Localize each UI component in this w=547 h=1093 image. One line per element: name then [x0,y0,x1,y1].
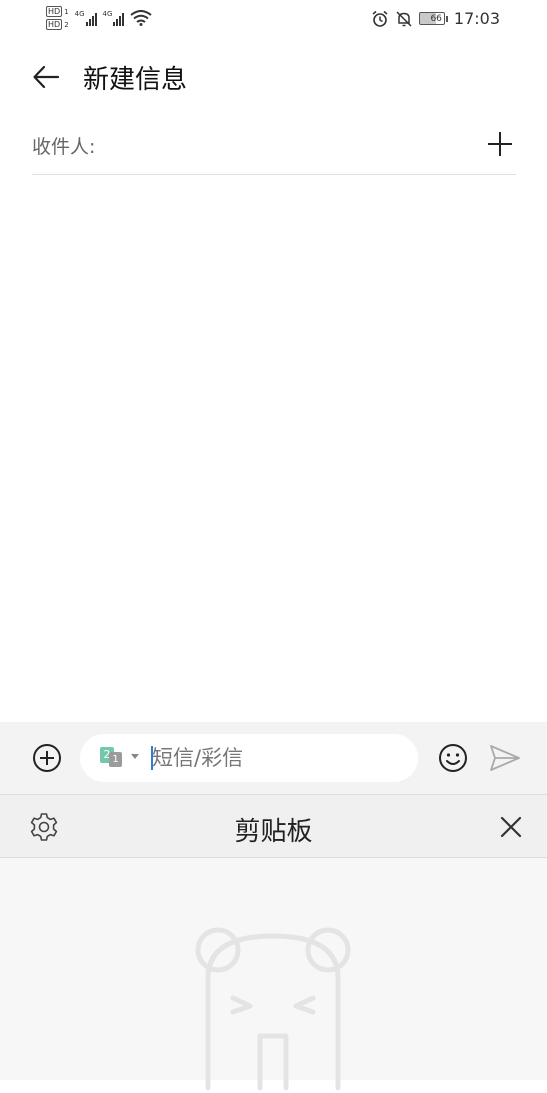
battery-level: 66 [418,12,445,25]
alarm-icon [372,10,388,27]
send-icon[interactable] [488,742,522,774]
signal-icon: 4G [103,10,125,26]
app-header: 新建信息 [0,54,547,102]
hd-label: HD [46,6,63,17]
recipient-label: 收件人: [32,136,96,158]
network-type: 4G [74,10,85,18]
hd-indicator-2: HD 2 [46,19,69,30]
status-right-indicators: 66 17:03 [371,9,500,28]
status-time: 17:03 [453,9,500,28]
status-left-indicators: HD 1 HD 2 4G 4G [46,6,153,30]
clipboard-panel [0,858,547,1091]
message-input-container[interactable]: 2 1 [80,734,418,782]
close-icon[interactable] [497,813,525,841]
mute-bell-icon [396,10,412,27]
signal-icon: 4G [75,10,97,26]
emoji-icon[interactable] [437,742,469,774]
add-attachment-icon[interactable] [31,742,63,774]
sim-secondary: 1 [109,752,122,767]
clipboard-toolbar: 剪贴板 [0,794,547,858]
recipient-field[interactable]: 收件人: [32,120,516,175]
bear-placeholder-icon [195,927,351,1091]
network-type: 4G [102,10,113,18]
sim-dropdown-icon[interactable] [131,754,139,759]
page-title: 新建信息 [83,65,188,95]
sim-card-icon[interactable]: 2 1 [100,747,126,769]
back-arrow-icon[interactable] [31,62,61,92]
compose-bar: 2 1 [0,722,547,794]
status-bar: HD 1 HD 2 4G 4G 66 17:03 [0,0,547,40]
hd-indicator-1: HD 1 [46,6,69,17]
battery-icon: 66 [418,12,448,25]
message-input[interactable] [152,742,402,774]
add-contact-icon[interactable] [486,130,514,158]
wifi-icon [130,10,153,26]
hd-label: HD [46,19,63,30]
clipboard-title: 剪贴板 [234,817,313,847]
hd-voice-indicators: HD 1 HD 2 [46,6,69,30]
